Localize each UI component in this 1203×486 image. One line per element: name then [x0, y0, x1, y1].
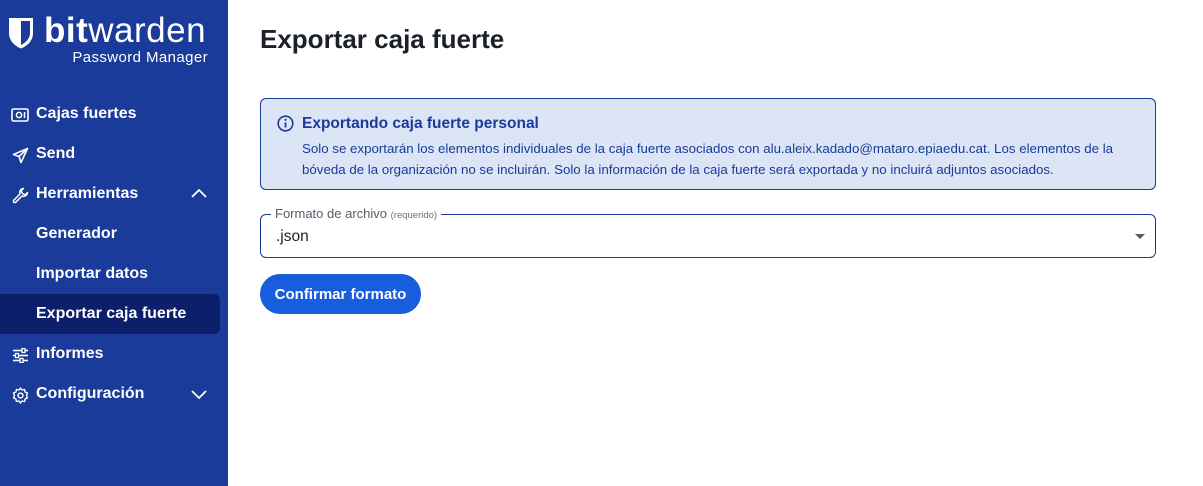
- callout-body: Solo se exportarán los elementos individ…: [302, 141, 1114, 177]
- gear-icon: [11, 386, 29, 404]
- sidebar-item-label: Herramientas: [36, 185, 139, 202]
- file-format-label: Formato de archivo (requerido): [271, 206, 442, 221]
- sidebar-item-send[interactable]: Send: [0, 134, 228, 174]
- brand-tagline: Password Manager: [72, 49, 208, 66]
- callout-title: Exportando caja fuerte personal: [302, 115, 539, 132]
- sidebar-item-label: Send: [36, 145, 76, 162]
- sidebar-item-label: Configuración: [36, 385, 145, 402]
- sidebar-item-label: Generador: [36, 225, 117, 242]
- sliders-icon: [11, 346, 29, 364]
- brand-logo[interactable]: bitwarden Password Manager: [8, 11, 220, 74]
- sidebar-item-tools[interactable]: Herramientas: [0, 174, 228, 214]
- confirm-format-button[interactable]: Confirmar formato: [260, 274, 421, 314]
- brand-wordmark: bitwarden: [44, 11, 207, 50]
- sidebar-item-label: Informes: [36, 345, 104, 362]
- page-title: Exportar caja fuerte: [260, 24, 505, 54]
- vault-icon: [11, 106, 29, 124]
- sidebar-item-label: Cajas fuertes: [36, 105, 137, 122]
- file-format-value: .json: [276, 228, 309, 245]
- sidebar-item-vaults[interactable]: Cajas fuertes: [0, 94, 228, 134]
- sidebar: bitwarden Password Manager Cajas fuertes…: [0, 0, 228, 486]
- required-hint: (requerido): [390, 210, 438, 221]
- bitwarden-shield-icon: [9, 18, 33, 49]
- sidebar-item-label: Importar datos: [36, 265, 149, 282]
- sidebar-item-reports[interactable]: Informes: [0, 334, 228, 374]
- file-format-select[interactable]: Formato de archivo (requerido) .json: [260, 206, 1156, 258]
- sidebar-nav: Cajas fuertes Send Herramientas Generado…: [0, 94, 228, 414]
- dropdown-caret-icon: [1135, 234, 1145, 239]
- info-callout: Exportando caja fuerte personal Solo se …: [260, 98, 1156, 190]
- sidebar-item-export-vault[interactable]: Exportar caja fuerte: [0, 294, 220, 334]
- sidebar-item-generator[interactable]: Generador: [0, 214, 228, 254]
- sidebar-item-settings[interactable]: Configuración: [0, 374, 228, 414]
- sidebar-item-label: Exportar caja fuerte: [36, 305, 187, 322]
- wrench-icon: [11, 186, 29, 204]
- paper-plane-icon: [11, 146, 29, 164]
- chevron-down-icon[interactable]: [190, 386, 208, 402]
- chevron-up-icon[interactable]: [190, 186, 208, 202]
- info-icon: [277, 115, 294, 132]
- sidebar-item-import-data[interactable]: Importar datos: [0, 254, 228, 294]
